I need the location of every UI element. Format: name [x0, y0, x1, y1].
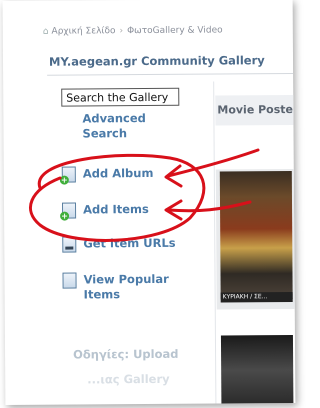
- search-input[interactable]: [61, 87, 180, 107]
- chevron-right-icon: ›: [119, 26, 124, 37]
- help-upload-link[interactable]: Οδηγίες: Upload: [73, 347, 179, 362]
- sidebar-item-label: Add Items: [83, 202, 149, 217]
- add-items-icon: +: [60, 202, 77, 221]
- site-title[interactable]: MY.aegean.gr Community Gallery: [49, 53, 265, 69]
- sidebar-item-label: View Popular Items: [83, 271, 169, 302]
- movie-poster-thumbnail[interactable]: [220, 334, 294, 406]
- breadcrumb-gallery[interactable]: ΦωτοGallery & Video: [127, 25, 223, 36]
- header-divider: [47, 72, 296, 76]
- add-album-icon: +: [59, 166, 76, 185]
- sidebar-item-add-items[interactable]: + Add Items: [60, 202, 149, 221]
- sidebar-item-get-urls[interactable]: Get item URLs: [62, 235, 176, 253]
- home-icon: ⌂: [42, 26, 49, 37]
- sidebar-item-label: Get item URLs: [83, 235, 176, 251]
- get-urls-icon: [62, 236, 77, 253]
- sidebar-item-label: Add Album: [82, 165, 154, 181]
- movie-poster-thumbnail[interactable]: [219, 171, 293, 300]
- breadcrumb: ⌂ Αρχική Σελίδο › ΦωτοGallery & Video: [43, 25, 223, 36]
- sidebar: Advanced Search + Add Album + Add Items …: [55, 82, 195, 386]
- help-gallery-link[interactable]: ...ιας Gallery: [87, 372, 169, 387]
- album-title[interactable]: Movie Posters: [215, 94, 296, 126]
- gallery-page: ⌂ Αρχική Σελίδο › ΦωτοGallery & Video MY.ae…: [2, 0, 296, 406]
- sidebar-item-add-album[interactable]: + Add Album: [59, 165, 154, 185]
- advanced-search-link[interactable]: Advanced Search: [82, 111, 182, 142]
- popular-items-icon: [62, 272, 77, 289]
- sidebar-item-popular-items[interactable]: View Popular Items: [62, 272, 173, 303]
- breadcrumb-home[interactable]: Αρχική Σελίδο: [51, 26, 115, 36]
- thumbnail-caption: ΚΥΡΙΑΚΗ / ΣΕ...: [220, 291, 293, 303]
